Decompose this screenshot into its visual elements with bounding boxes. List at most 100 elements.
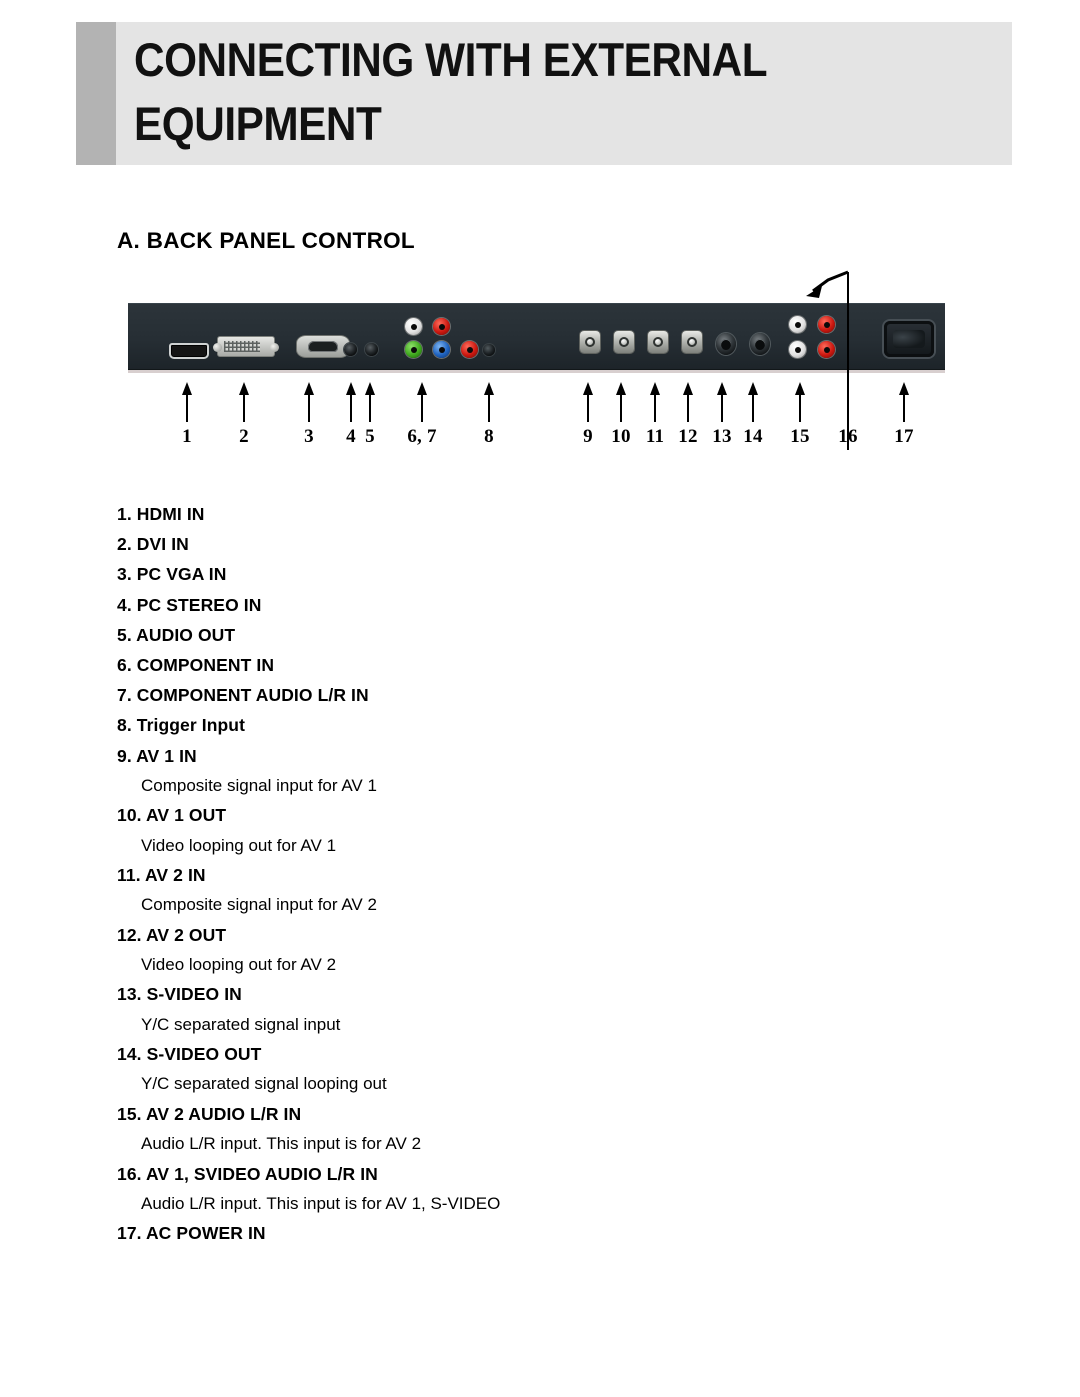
connector-list-item: 13. S-VIDEO IN Y/C separated signal input [117,979,817,1039]
av2-out-bnc [682,331,702,353]
section-heading: A. BACK PANEL CONTROL [117,228,415,253]
figure-marker-3: 3 [289,382,329,449]
figure-marker-1: 1 [167,382,207,449]
connector-list-item: 10. AV 1 OUT Video looping out for AV 1 [117,800,817,860]
hdmi-port [169,343,209,359]
connector-list-item: 11. AV 2 IN Composite signal input for AV… [117,860,817,920]
marker-number-label: 8 [484,426,494,447]
connector-title: 8. Trigger Input [117,715,245,736]
av2-in-bnc [648,331,668,353]
svideo-out-port [750,333,770,355]
ac-power-inlet [884,321,934,357]
connector-title: 11. AV 2 IN [117,865,206,886]
connector-list-item: 12. AV 2 OUT Video looping out for AV 2 [117,920,817,980]
arrow-shaft [243,391,245,422]
component-y [405,341,422,358]
marker-arrow-icon [469,382,509,422]
connector-list-item: 9. AV 1 IN Composite signal input for AV … [117,741,817,801]
connector-title: 4. PC STEREO IN [117,594,262,615]
figure-marker-17: 17 [884,382,924,449]
arrow-shaft [369,391,371,422]
arrow-shaft [186,391,188,422]
connector-description: Composite signal input for AV 2 [141,895,377,915]
svideo-in-port [716,333,736,355]
arrow-shaft [687,391,689,422]
dvi-screw-right [270,343,279,352]
page-title: CONNECTING WITH EXTERNAL EQUIPMENT [134,33,768,150]
connector-list-item: 2. DVI IN [117,529,817,559]
marker-number-label: 5 [365,426,375,447]
figure-marker-6-7: 6, 7 [402,382,442,449]
arrow-shaft [620,391,622,422]
arrow-shaft [903,391,905,422]
connector-description: Y/C separated signal looping out [141,1074,387,1094]
figure-marker-15: 15 [780,382,820,449]
connector-description: Video looping out for AV 1 [141,835,337,855]
connector-title: 2. DVI IN [117,534,189,555]
marker-arrow-icon [289,382,329,422]
connector-list-item: 7. COMPONENT AUDIO L/R IN [117,680,817,710]
connector-list-item: 8. Trigger Input [117,710,817,740]
header-accent-bar [76,22,116,165]
marker-arrow-icon [828,382,868,422]
marker-arrow-icon [224,382,264,422]
connector-list-item: 5. AUDIO OUT [117,620,817,650]
connector-list-item: 14. S-VIDEO OUT Y/C separated signal loop… [117,1039,817,1099]
figure-marker-8: 8 [469,382,509,449]
marker-arrow-icon [780,382,820,422]
connector-description: Audio L/R input. This input is for AV 1,… [141,1193,501,1213]
figure-marker-strip: 1 2 3 4 5 6, 7 8 9 10 11 12 13 14 15 16 17 [128,382,945,450]
marker-number-label: 14 [743,426,763,447]
arrow-shaft [654,391,656,422]
marker-arrow-icon [402,382,442,422]
figure-marker-16: 16 [828,382,868,449]
connector-description: Y/C separated signal input [141,1014,341,1034]
component-audio-left [405,318,422,335]
marker-arrow-icon [350,382,390,422]
connector-title: 1. HDMI IN [117,504,205,524]
marker-number-label: 1 [182,426,192,447]
marker-number-label: 15 [790,426,810,447]
connector-title: 15. AV 2 AUDIO L/R IN [117,1103,302,1124]
audio-out-jack [365,343,378,356]
marker-number-label: 2 [239,426,249,447]
connector-title: 16. AV 1, SVIDEO AUDIO L/R IN [117,1163,378,1184]
connector-list-item: 17. AC POWER IN [117,1218,817,1248]
connector-list-item: 3. PC VGA IN [117,559,817,589]
connector-list-item: 15. AV 2 AUDIO L/R IN Audio L/R input. Th… [117,1099,817,1159]
arrow-shaft [799,391,801,422]
connector-description: Video looping out for AV 2 [141,954,337,974]
figure-marker-2: 2 [224,382,264,449]
pc-stereo-in-jack [344,343,357,356]
connector-list-item: 16. AV 1, SVIDEO AUDIO L/R IN Audio L/R i… [117,1159,817,1219]
component-pb [433,341,450,358]
connector-description: Audio L/R input. This input is for AV 2 [141,1134,422,1154]
connector-description: Composite signal input for AV 1 [141,775,377,795]
arrow-shaft [721,391,723,422]
arrow-shaft [421,391,423,422]
connector-title: 6. COMPONENT IN [117,655,275,676]
marker-number-label: 17 [894,426,914,447]
dvi-screw-left [213,343,222,352]
connector-title: 7. COMPONENT AUDIO L/R IN [117,685,369,706]
marker-number-label: 3 [304,426,314,447]
connector-title: 3. PC VGA IN [117,564,227,585]
arrow-shaft [587,391,589,422]
connector-title: 13. S-VIDEO IN [117,984,242,1005]
dvi-port [213,336,279,357]
marker-arrow-icon [733,382,773,422]
component-pr [461,341,478,358]
arrow-shaft [752,391,754,422]
trigger-input-jack [483,344,495,356]
marker-number-label: 16 [838,426,858,447]
connector-title: 5. AUDIO OUT [117,624,236,645]
connector-title: 10. AV 1 OUT [117,805,227,826]
figure-marker-5: 5 [350,382,390,449]
arrow-shaft [308,391,310,422]
av1-out-bnc [614,331,634,353]
connector-title: 9. AV 1 IN [117,745,197,766]
av1-in-bnc [580,331,600,353]
marker-arrow-icon [884,382,924,422]
arrow-shaft [488,391,490,422]
connector-list: 1. HDMI IN 2. DVI IN 3. PC VGA IN 4. PC STE… [117,499,817,1248]
